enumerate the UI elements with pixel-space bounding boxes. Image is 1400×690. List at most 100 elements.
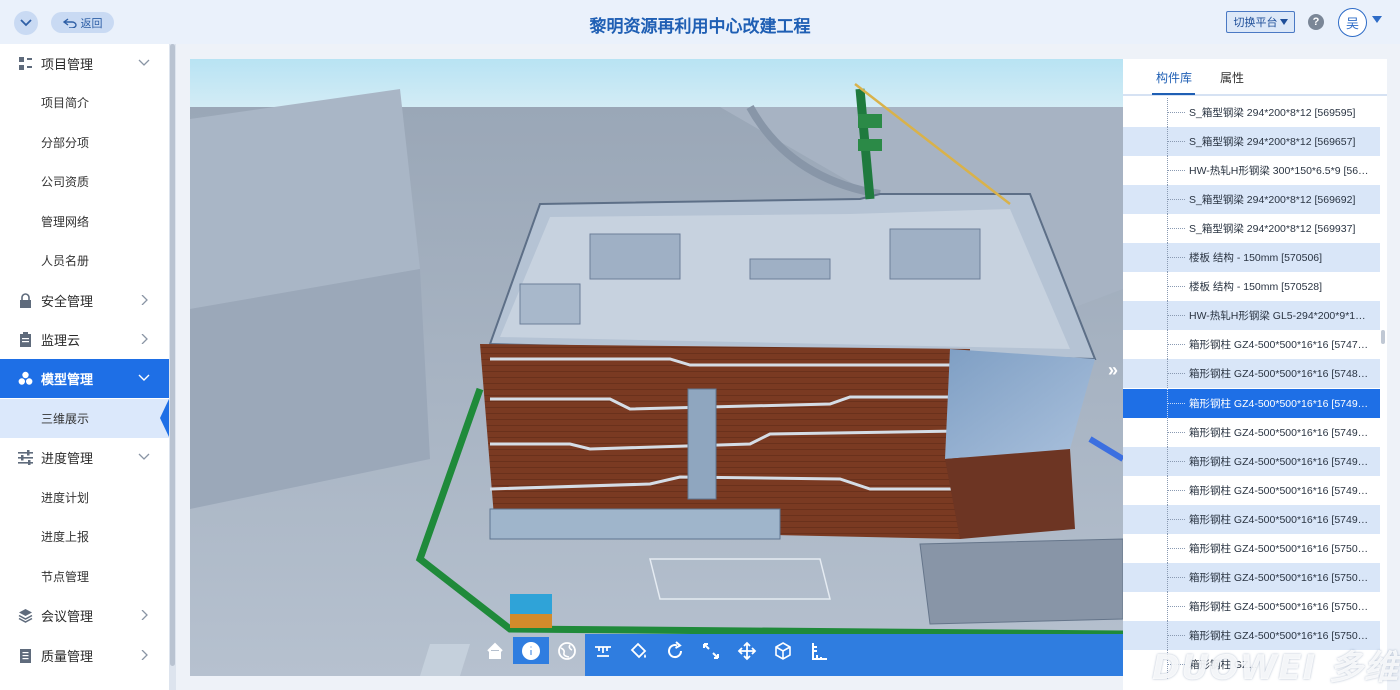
menu-progress-management[interactable]: 进度管理 [0,438,169,477]
menu-quality-management[interactable]: 质量管理 [0,636,169,675]
menu-supervision-cloud[interactable]: 监理云 [0,320,169,359]
tree-connector [1167,606,1185,607]
fullscreen-button[interactable] [693,637,729,664]
tree-connector [1167,112,1185,113]
menu-label: 监理云 [41,333,81,348]
menu-label: 节点管理 [41,570,90,584]
globe-button[interactable] [549,637,585,664]
tree-row-selected[interactable]: 箱形钢柱 GZ4-500*500*16*16 [5749… [1123,389,1380,418]
building-model-render [190,59,1123,676]
tree-row[interactable]: 箱形钢柱 GZ4-500*500*16*16 [5749… [1123,447,1380,476]
tree-connector [1167,635,1185,636]
tree-row-label: 箱形钢柱 GZ4-500*500*16*16 [5749… [1189,398,1369,410]
tree-row[interactable]: S_箱型钢梁 294*200*8*12 [569595] [1123,98,1380,127]
tree-row[interactable]: S_箱型钢梁 294*200*8*12 [569937] [1123,214,1380,243]
measure-button[interactable] [585,637,621,664]
back-label: 返回 [80,17,103,30]
tree-row[interactable]: 箱形钢柱 GZ4-500*500*16*16 [5750… [1123,563,1380,592]
menu-safety-management[interactable]: 安全管理 [0,281,169,320]
menu-company-qualification[interactable]: 公司资质 [0,162,169,201]
tree-row[interactable]: 楼板 结构 - 150mm [570528] [1123,272,1380,301]
tree-row-label: S_箱型钢梁 294*200*8*12 [569692] [1189,194,1356,206]
tree-connector [1167,461,1185,462]
info-button[interactable] [513,637,549,664]
move-button[interactable] [729,637,765,664]
tree-row-label: 箱形钢柱 GZ4-500*500*16*16 [5749… [1189,427,1369,439]
chevron-right-icon [141,334,148,344]
menu-label: 质量管理 [41,649,94,664]
home-icon [487,642,503,659]
project-icon [19,57,32,70]
avatar[interactable]: 吴 [1338,8,1367,37]
menu-personnel-roster[interactable]: 人员名册 [0,241,169,280]
panel-scrollbar[interactable] [1381,330,1385,344]
help-icon[interactable]: ? [1308,14,1324,30]
tree-row[interactable]: 箱形钢柱 GZ4-500*500*16*16 [5750… [1123,534,1380,563]
menu-project-intro[interactable]: 项目简介 [0,83,169,122]
menu-label: 模型管理 [41,372,94,387]
document-icon [20,649,31,663]
viewer-toolbar [477,637,837,664]
tree-row[interactable]: S_箱型钢梁 294*200*8*12 [569692] [1123,185,1380,214]
switch-platform-button[interactable]: 切换平台 [1226,11,1295,33]
layers-icon [18,609,33,623]
menu-model-management[interactable]: 模型管理 [0,359,169,398]
component-panel: 构件库 属性 S_箱型钢梁 294*200*8*12 [569595] S_箱型… [1123,59,1387,690]
tree-row[interactable]: 箱形钢柱 GZ4-500*500*16*16 [5747… [1123,330,1380,359]
home-button[interactable] [477,637,513,664]
menu-management-network[interactable]: 管理网络 [0,202,169,241]
menu-progress-report[interactable]: 进度上报 [0,517,169,556]
menu-project-management[interactable]: 项目管理 [0,44,169,83]
back-button[interactable]: 返回 [51,12,114,33]
tree-connector [1167,141,1185,142]
bim-3d-viewer[interactable] [190,59,1123,676]
cube-icon [775,641,791,660]
collapse-menu-button[interactable] [14,11,38,35]
tree-row[interactable]: HW-热轧H形钢梁 300*150*6.5*9 [56… [1123,156,1380,185]
avatar-caret-icon[interactable] [1372,16,1382,23]
clipboard-icon [20,332,31,347]
tree-connector [1167,344,1185,345]
paint-button[interactable] [621,637,657,664]
info-icon [522,641,540,660]
tree-row[interactable]: S_箱型钢梁 294*200*8*12 [569657] [1123,127,1380,156]
cube-button[interactable] [765,637,801,664]
tree-row[interactable]: 箱形钢柱 GZ4-500*500*16*16 [5749… [1123,476,1380,505]
rotate-button[interactable] [657,637,693,664]
tree-row[interactable]: 箱形钢柱 GZ4-500*500*16*16 [5748… [1123,359,1380,388]
menu-subdivisions[interactable]: 分部分项 [0,123,169,162]
double-chevron-right-icon[interactable]: » [1108,360,1118,381]
tree-connector [1167,577,1185,578]
menu-3d-display[interactable]: 三维展示 [0,399,169,438]
tree-row[interactable]: 箱形钢柱 GZ4-500*500*16*16 [5749… [1123,418,1380,447]
tree-row[interactable]: 箱形钢柱 GZ4-500*500*16*16 [5750… [1123,592,1380,621]
tree-row-label: 箱形钢柱 GZ4-500*500*16*16 [5750… [1189,572,1369,584]
sidebar-scroll-thumb[interactable] [170,44,175,666]
tree-connector [1167,373,1185,374]
menu-meeting-management[interactable]: 会议管理 [0,596,169,635]
cubes-icon [18,371,33,385]
menu-progress-plan[interactable]: 进度计划 [0,478,169,517]
paint-bucket-icon [630,642,647,658]
section-button[interactable] [801,637,837,664]
panel-tabs: 构件库 属性 [1123,59,1387,96]
menu-label: 项目简介 [41,96,90,110]
chevron-right-icon [141,295,148,305]
tree-connector [1167,257,1185,258]
tab-properties[interactable]: 属性 [1220,69,1244,86]
tree-row[interactable]: 箱形钢柱 GZ4-500*500*16*16 [5749… [1123,505,1380,534]
tree-row-label: 箱形钢柱 GZ4-500*500*16*16 [5747… [1189,339,1369,351]
menu-more-partial[interactable] [0,676,169,690]
globe-icon [558,641,576,660]
tab-component-library[interactable]: 构件库 [1156,69,1192,86]
tree-connector [1167,286,1185,287]
chevron-right-icon [141,650,148,660]
tree-connector [1167,403,1185,404]
top-header: 返回 黎明资源再利用中心改建工程 切换平台 ? 吴 [0,0,1400,44]
sidebar-scrollbar[interactable] [169,44,176,690]
menu-node-management[interactable]: 节点管理 [0,557,169,596]
tree-row[interactable]: 楼板 结构 - 150mm [570506] [1123,243,1380,272]
chevron-down-icon [138,453,150,460]
menu-label: 会议管理 [41,609,94,624]
tree-row[interactable]: HW-热轧H形钢梁 GL5-294*200*9*1… [1123,301,1380,330]
